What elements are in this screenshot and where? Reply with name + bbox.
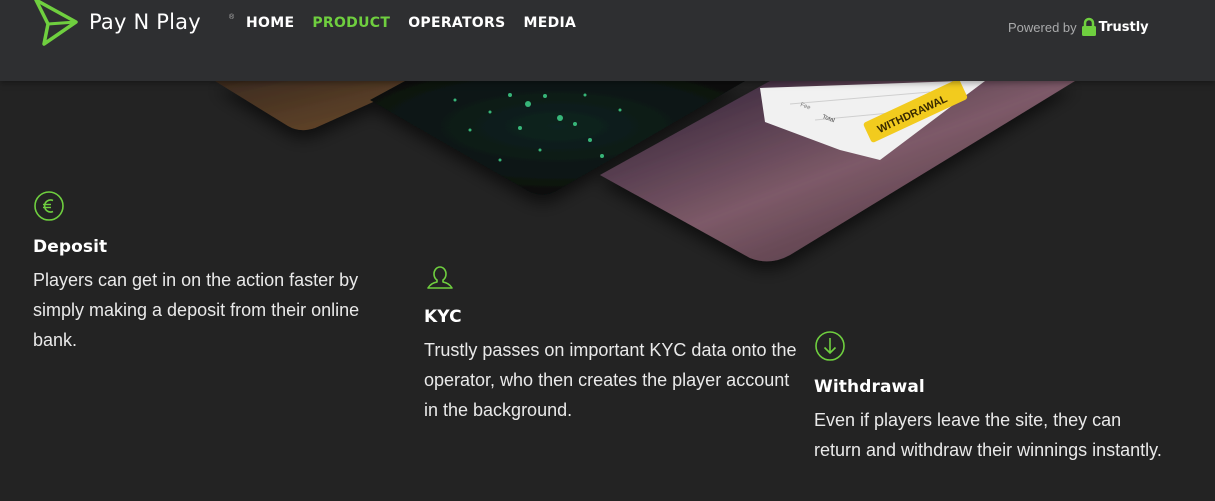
user-icon [427, 266, 453, 289]
euro-icon [34, 191, 64, 221]
powered-by-label: Powered by [1008, 19, 1077, 35]
feature-title: Deposit [33, 237, 108, 257]
feature-description: Even if players leave the site, they can… [814, 410, 1162, 460]
play-arrow-icon [34, 0, 78, 46]
site-header: Pay N Play ® HOME PRODUCT OPERATORS MEDI… [0, 0, 1215, 81]
powered-by-trustly[interactable]: Powered by Trustly [1008, 17, 1149, 37]
nav-operators[interactable]: OPERATORS [408, 15, 505, 31]
brand-logo[interactable]: Pay N Play ® [32, 0, 234, 48]
nav-media[interactable]: MEDIA [523, 15, 576, 31]
trustly-brand: Trustly [1098, 19, 1149, 35]
feature-title: KYC [424, 307, 462, 327]
feature-kyc: KYC Trustly passes on important KYC data… [424, 260, 799, 425]
registered-mark: ® [229, 14, 235, 21]
main-nav: HOME PRODUCT OPERATORS MEDIA [246, 15, 576, 31]
feature-title: Withdrawal [814, 377, 925, 397]
nav-product[interactable]: PRODUCT [312, 15, 390, 31]
trustly-lock-icon [1081, 17, 1096, 36]
feature-withdrawal: Withdrawal Even if players leave the sit… [814, 330, 1164, 465]
arrow-down-icon [815, 331, 845, 361]
nav-home[interactable]: HOME [246, 15, 294, 31]
feature-deposit: Deposit Players can get in on the action… [33, 190, 403, 355]
feature-description: Players can get in on the action faster … [33, 270, 360, 350]
brand-name: Pay N Play [89, 10, 201, 34]
feature-description: Trustly passes on important KYC data ont… [424, 340, 797, 420]
